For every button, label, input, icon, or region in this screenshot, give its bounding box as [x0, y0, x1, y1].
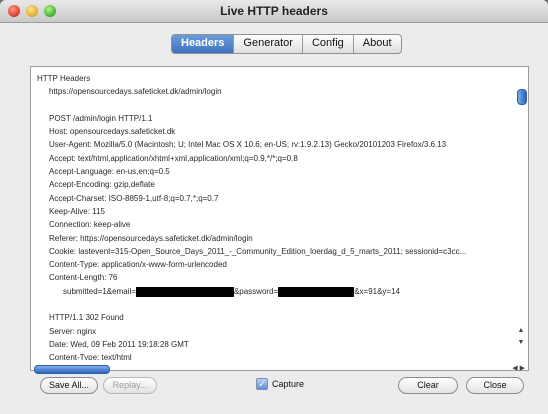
close-button[interactable]: Close [466, 377, 524, 394]
header-line [37, 298, 507, 311]
headers-text-area[interactable]: HTTP Headers https://opensourcedays.safe… [37, 72, 507, 360]
window-title: Live HTTP headers [220, 4, 328, 18]
post-data-line: submitted=1&email= &password= &x=91&y=14 [37, 285, 507, 298]
capture-label: Capture [272, 379, 305, 389]
header-line: Content-Length: 76 [49, 273, 118, 283]
live-http-headers-window: Live HTTP headers Headers Generator Conf… [0, 0, 548, 414]
header-line: Date: Wed, 09 Feb 2011 19:18:28 GMT [49, 339, 189, 349]
header-line: Content-Type: application/x-www-form-url… [49, 260, 227, 270]
header-line: Host: opensourcedays.safeticket.dk [49, 127, 176, 137]
tab-about[interactable]: About [354, 35, 401, 53]
title-bar[interactable]: Live HTTP headers [0, 0, 548, 23]
capture-checkbox[interactable]: ✓ [256, 378, 268, 390]
header-line [37, 99, 507, 112]
header-line: HTTP Headers [37, 74, 91, 83]
clear-button[interactable]: Clear [398, 377, 458, 394]
redacted-email [135, 286, 234, 297]
tab-generator[interactable]: Generator [234, 35, 303, 53]
post-data-middle: &password= [233, 286, 279, 296]
scroll-right-icon[interactable]: ▶ [520, 365, 525, 372]
header-line: POST /admin/login HTTP/1.1 [49, 113, 153, 123]
tab-config[interactable]: Config [303, 35, 354, 53]
header-line: HTTP/1.1 302 Found [49, 313, 124, 323]
header-line: Keep-Alive: 115 [49, 206, 105, 216]
vertical-scrollbar[interactable]: ▲ ▼ [516, 69, 527, 354]
header-line: Content-Type: text/html [49, 353, 132, 360]
post-data-suffix: &x=91&y=14 [354, 286, 400, 296]
post-data-prefix: submitted=1&email= [63, 286, 136, 296]
capture-toggle[interactable]: ✓ Capture [256, 378, 304, 390]
redacted-password [278, 286, 355, 297]
header-line: User-Agent: Mozilla/5.0 (Macintosh; U; I… [49, 140, 447, 150]
horizontal-scroll-arrows[interactable]: ◀ ▶ [512, 364, 525, 372]
header-line: Cookie: lastevent=315-Open_Source_Days_2… [49, 246, 467, 256]
tab-bar: Headers Generator Config About [171, 34, 402, 54]
vertical-scroll-thumb[interactable] [517, 89, 527, 105]
scroll-up-icon[interactable]: ▲ [516, 327, 526, 334]
header-line: Referer: https://opensourcedays.safetick… [49, 233, 253, 243]
header-line: Accept-Charset: ISO-8859-1,utf-8;q=0.7,*… [49, 193, 219, 203]
header-line: Accept-Language: en-us,en;q=0.5 [49, 167, 170, 177]
header-line: Accept: text/html,application/xhtml+xml,… [49, 153, 298, 163]
horizontal-scroll-thumb[interactable] [34, 365, 110, 374]
header-line: Accept-Encoding: gzip,deflate [49, 180, 155, 190]
replay-button[interactable]: Replay... [103, 377, 157, 394]
horizontal-scrollbar[interactable]: ◀ ▶ [30, 364, 527, 374]
header-line: Connection: keep-alive [49, 220, 131, 230]
header-line: Server: nginx [49, 326, 97, 336]
scroll-down-icon[interactable]: ▼ [516, 339, 526, 346]
scroll-left-icon[interactable]: ◀ [512, 365, 517, 372]
save-all-button[interactable]: Save All... [40, 377, 98, 394]
header-line: https://opensourcedays.safeticket.dk/adm… [49, 87, 222, 97]
tab-headers[interactable]: Headers [172, 35, 235, 53]
headers-panel[interactable]: HTTP Headers https://opensourcedays.safe… [30, 66, 529, 371]
